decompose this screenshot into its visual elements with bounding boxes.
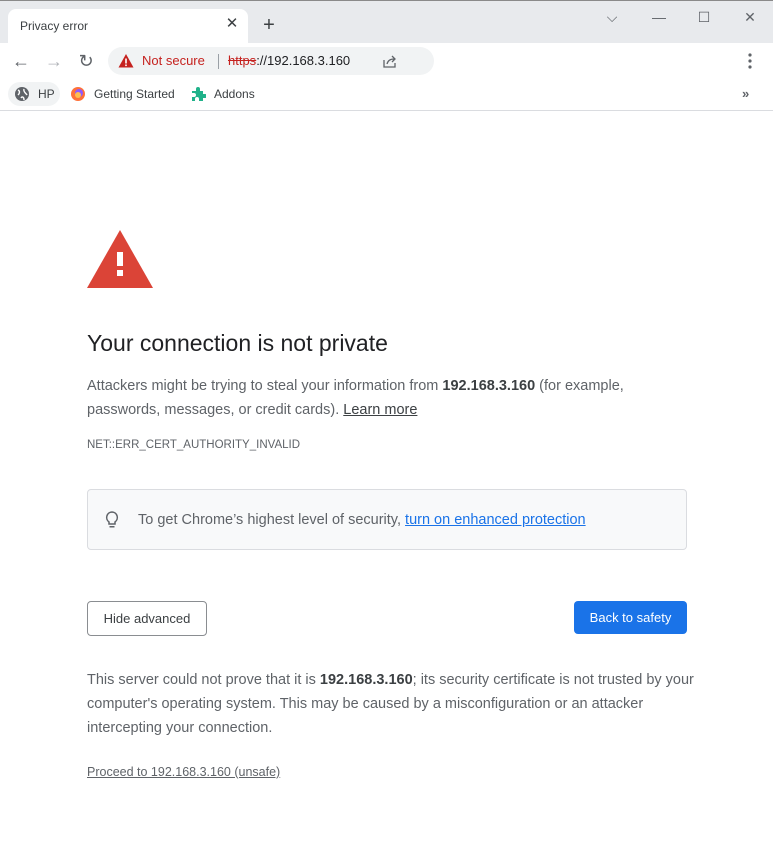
enhanced-protection-text: To get Chrome’s highest level of securit…	[138, 512, 586, 528]
lightbulb-icon	[105, 511, 119, 528]
bookmarks-bar: HP Getting Started Addons »	[0, 78, 773, 111]
back-to-safety-button[interactable]: Back to safety	[574, 601, 687, 634]
bookmark-label: Getting Started	[94, 87, 175, 101]
intro-text: Attackers might be trying to steal your …	[87, 378, 443, 394]
address-bar[interactable]: Not secure https://192.168.3.160	[108, 47, 434, 75]
warning-icon	[118, 54, 134, 68]
bookmark-label: Addons	[214, 87, 255, 101]
omnibox-separator	[218, 54, 219, 69]
intro-paragraph: Attackers might be trying to steal your …	[87, 374, 687, 422]
menu-dots-icon[interactable]	[742, 51, 758, 71]
host-name: 192.168.3.160	[319, 672, 413, 688]
tab-search-icon[interactable]: ⌵	[600, 7, 624, 27]
bookmark-getting-started[interactable]: Getting Started	[70, 82, 175, 106]
danger-triangle-icon	[87, 230, 153, 288]
globe-icon	[15, 87, 29, 101]
url-scheme: https	[228, 53, 257, 68]
host-name: 192.168.3.160	[442, 378, 536, 394]
back-arrow-icon[interactable]: ←	[10, 50, 32, 72]
bookmark-addons[interactable]: Addons	[190, 82, 255, 106]
detail-text: This server could not prove that it is	[87, 672, 320, 688]
puzzle-icon	[192, 87, 206, 101]
minimize-icon[interactable]: —	[647, 7, 671, 27]
proceed-unsafe-link[interactable]: Proceed to 192.168.3.160 (unsafe)	[87, 765, 280, 779]
bookmark-hp[interactable]: HP	[8, 82, 60, 106]
tab-close-icon[interactable]: ✕	[223, 15, 241, 33]
url-text[interactable]: https://192.168.3.160	[228, 53, 350, 68]
error-code[interactable]: NET::ERR_CERT_AUTHORITY_INVALID	[87, 439, 300, 451]
tab-privacy-error[interactable]: Privacy error ✕	[8, 9, 248, 44]
maximize-icon[interactable]: ☐	[692, 7, 716, 27]
forward-arrow-icon[interactable]: →	[43, 50, 65, 72]
details-paragraph: This server could not prove that it is 1…	[87, 668, 697, 740]
enhanced-protection-link[interactable]: turn on enhanced protection	[405, 512, 586, 528]
new-tab-icon[interactable]: +	[258, 15, 280, 35]
reload-icon[interactable]: ↻	[75, 50, 97, 72]
close-window-icon[interactable]: ✕	[738, 7, 762, 27]
learn-more-link[interactable]: Learn more	[343, 402, 417, 418]
toolbar: ← → ↻ Not secure https://192.168.3.160	[0, 43, 773, 78]
enhanced-text: To get Chrome’s highest level of securit…	[138, 512, 406, 528]
firefox-icon	[71, 87, 85, 101]
url-host: ://192.168.3.160	[256, 53, 351, 68]
tab-title: Privacy error	[20, 19, 89, 33]
enhanced-protection-box: To get Chrome’s highest level of securit…	[87, 489, 687, 550]
share-icon[interactable]	[382, 53, 398, 69]
more-bookmarks-icon[interactable]: »	[742, 86, 749, 101]
not-secure-label[interactable]: Not secure	[142, 53, 205, 68]
page-heading: Your connection is not private	[87, 330, 388, 356]
bookmark-label: HP	[38, 87, 55, 101]
title-bar: Privacy error ✕ + ⌵ — ☐ ✕	[0, 0, 773, 44]
hide-advanced-button[interactable]: Hide advanced	[87, 601, 207, 636]
